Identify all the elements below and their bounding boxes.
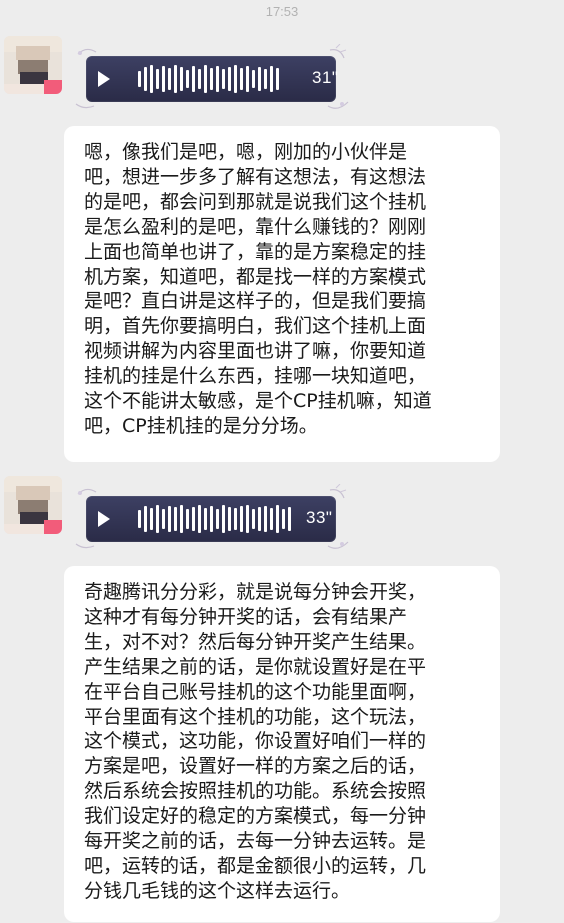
voice-bubble[interactable]: 31" xyxy=(86,56,339,102)
voice-bubble[interactable]: 33" xyxy=(86,496,336,542)
avatar[interactable] xyxy=(4,476,62,534)
transcript-text: 嗯，像我们是吧，嗯，刚加的小伙伴是 吧，想进一步多了解有这想法，有这想法 的是吧… xyxy=(84,141,432,437)
transcript-bubble[interactable]: 奇趣腾讯分分彩，就是说每分钟会开奖， 这种才有每分钟开奖的话，会有结果产 生，对… xyxy=(64,566,500,922)
play-icon[interactable] xyxy=(98,71,110,87)
transcript-text: 奇趣腾讯分分彩，就是说每分钟会开奖， 这种才有每分钟开奖的话，会有结果产 生，对… xyxy=(84,581,427,902)
voice-duration: 33" xyxy=(306,508,333,527)
waveform-icon xyxy=(138,496,291,542)
voice-duration: 31" xyxy=(312,68,339,87)
play-icon[interactable] xyxy=(98,511,110,527)
voice-message[interactable]: 31" xyxy=(72,44,350,114)
transcript-bubble[interactable]: 嗯，像我们是吧，嗯，刚加的小伙伴是 吧，想进一步多了解有这想法，有这想法 的是吧… xyxy=(64,126,500,462)
timestamp: 17:53 xyxy=(265,4,299,19)
voice-message[interactable]: 33" xyxy=(72,484,350,554)
avatar[interactable] xyxy=(4,36,62,94)
waveform-icon xyxy=(138,56,279,102)
